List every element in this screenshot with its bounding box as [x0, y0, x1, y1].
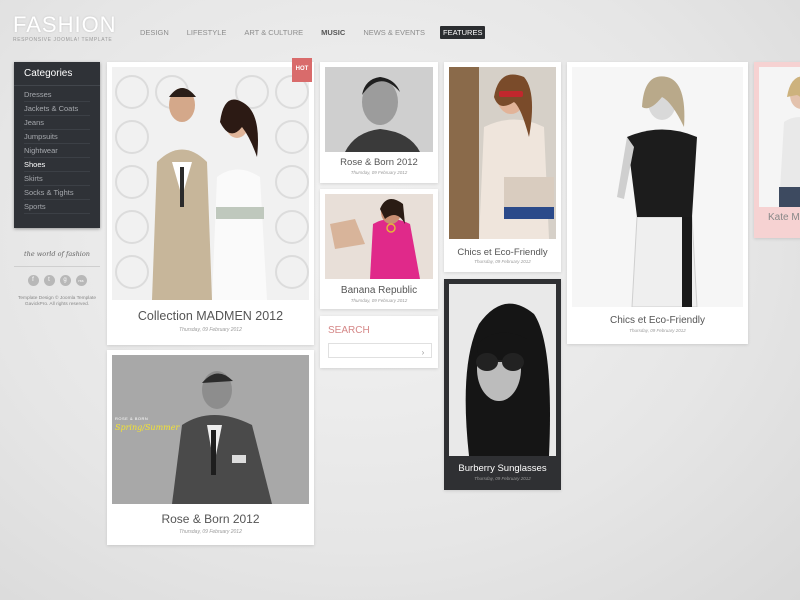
script-tagline: the world of fashion [14, 250, 100, 267]
article-card-chics-eco-2[interactable]: Chics et Eco-Friendly Thursday, 09 Febru… [567, 62, 748, 344]
article-date: Thursday, 09 February 2012 [350, 170, 408, 175]
copyright-text: Template Design © Joomla Template Gavick… [17, 296, 97, 307]
article-photo [572, 67, 743, 307]
article-title[interactable]: Chics et Eco-Friendly [444, 247, 561, 258]
article-title[interactable]: Banana Republic [320, 285, 438, 296]
nav-item-art-culture[interactable]: ART & CULTURE [241, 26, 306, 39]
categories-title: Categories [14, 62, 100, 86]
article-photo [449, 284, 556, 456]
article-date: Thursday, 09 February 2012 [179, 327, 242, 333]
search-submit-icon[interactable]: › [418, 348, 428, 358]
article-title[interactable]: Kate M [768, 212, 800, 223]
facebook-icon[interactable]: f [27, 275, 39, 286]
article-card-madmen[interactable]: HOT Collection MADMEN 2012 Thursday, 09 … [107, 58, 314, 345]
article-photo [449, 67, 556, 239]
search-input[interactable] [328, 343, 432, 358]
nav-item-lifestyle[interactable]: LIFESTYLE [184, 26, 230, 39]
article-card-banana-republic[interactable]: Banana Republic Thursday, 09 February 20… [320, 189, 438, 309]
category-jackets-coats[interactable]: Jackets & Coats [24, 102, 90, 116]
search-panel: SEARCH [320, 316, 438, 368]
social-links: f t g rss [14, 275, 100, 286]
article-date: Thursday, 09 February 2012 [350, 298, 408, 303]
article-date: Thursday, 09 February 2012 [474, 259, 531, 264]
search-title: SEARCH [328, 325, 370, 336]
category-skirts[interactable]: Skirts [24, 172, 90, 186]
article-card-rose-born-small[interactable]: Rose & Born 2012 Thursday, 09 February 2… [320, 62, 438, 183]
article-card-burberry[interactable]: Burberry Sunglasses Thursday, 09 Februar… [444, 279, 561, 490]
category-jeans[interactable]: Jeans [24, 116, 90, 130]
article-photo [325, 194, 433, 279]
rss-icon[interactable]: rss [75, 275, 87, 286]
logo-subtitle: RESPONSIVE JOOMLA! TEMPLATE [13, 37, 113, 43]
article-photo [759, 67, 800, 207]
main-nav: DESIGN LIFESTYLE ART & CULTURE MUSIC NEW… [131, 25, 491, 39]
article-card-rose-born-large[interactable]: ROSE & BORN Spring/Summer Rose & Born 20… [107, 350, 314, 545]
article-photo [325, 67, 433, 152]
twitter-icon[interactable]: t [43, 275, 55, 286]
article-title[interactable]: Burberry Sunglasses [444, 463, 561, 474]
nav-item-design[interactable]: DESIGN [137, 26, 172, 39]
category-sports[interactable]: Sports [24, 200, 90, 214]
categories-list: Dresses Jackets & Coats Jeans Jumpsuits … [14, 86, 100, 216]
logo-title: FASHION [13, 12, 117, 37]
article-date: Thursday, 09 February 2012 [474, 476, 531, 481]
article-title[interactable]: Rose & Born 2012 [320, 157, 438, 168]
article-card-kate-m[interactable]: Kate M [754, 62, 800, 238]
overlay-brand: ROSE & BORN [115, 416, 149, 421]
sidebar-info: the world of fashion f t g rss Template … [14, 250, 100, 308]
category-jumpsuits[interactable]: Jumpsuits [24, 130, 90, 144]
article-photo [112, 67, 309, 300]
nav-item-music[interactable]: MUSIC [318, 26, 348, 39]
nav-item-features[interactable]: FEATURES [440, 25, 486, 39]
categories-panel: Categories Dresses Jackets & Coats Jeans… [14, 62, 100, 228]
article-title[interactable]: Chics et Eco-Friendly [567, 315, 748, 326]
category-dresses[interactable]: Dresses [24, 88, 90, 102]
category-shoes[interactable]: Shoes [24, 158, 90, 172]
article-date: Thursday, 09 February 2012 [629, 328, 686, 333]
google-plus-icon[interactable]: g [59, 275, 71, 286]
overlay-text: Spring/Summer [115, 423, 180, 432]
article-card-chics-eco-1[interactable]: Chics et Eco-Friendly Thursday, 09 Febru… [444, 62, 561, 272]
nav-item-news-events[interactable]: NEWS & EVENTS [360, 26, 428, 39]
article-title[interactable]: Rose & Born 2012 [107, 512, 314, 526]
article-date: Thursday, 09 February 2012 [179, 529, 242, 535]
hot-badge: HOT [292, 58, 312, 82]
category-socks-tights[interactable]: Socks & Tights [24, 186, 90, 200]
site-logo[interactable]: FASHION RESPONSIVE JOOMLA! TEMPLATE [13, 12, 117, 44]
category-nightwear[interactable]: Nightwear [24, 144, 90, 158]
article-title[interactable]: Collection MADMEN 2012 [107, 309, 314, 323]
